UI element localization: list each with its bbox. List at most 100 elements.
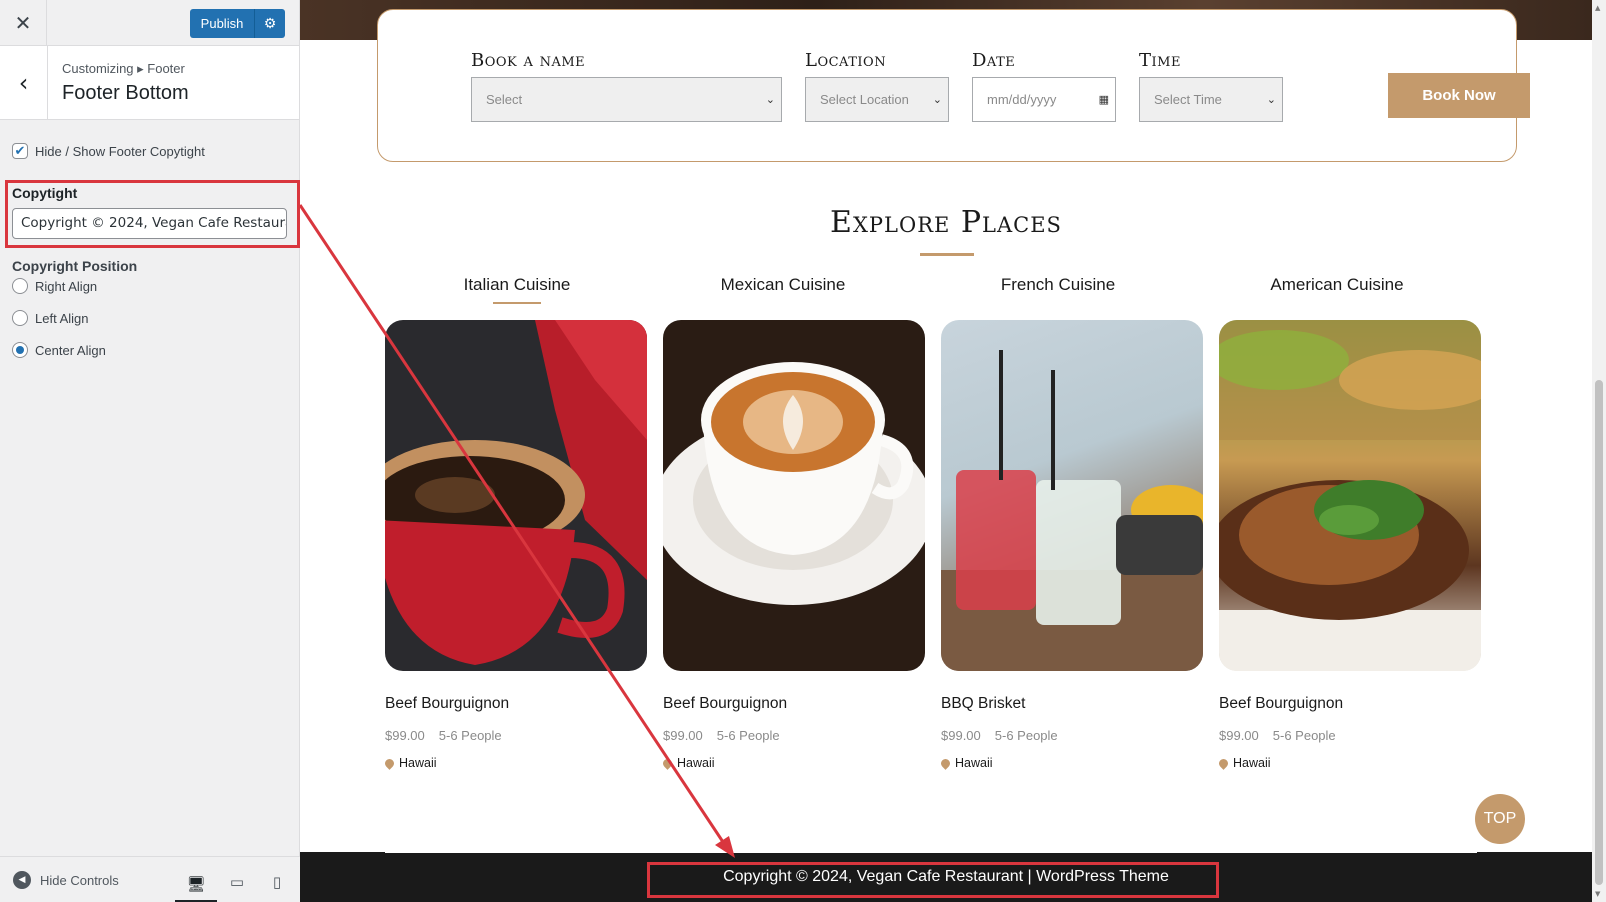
card-location-text: Hawaii bbox=[677, 756, 715, 770]
tab-mexican-cuisine-label: Mexican Cuisine bbox=[720, 275, 846, 294]
hide-controls-button[interactable]: ◀ Hide Controls bbox=[13, 871, 119, 889]
tab-american-cuisine-label: American Cuisine bbox=[1270, 275, 1404, 294]
place-card[interactable]: BBQ Brisket $99.00 5-6 People Hawaii bbox=[939, 320, 1203, 770]
tab-mexican-cuisine[interactable]: Mexican Cuisine bbox=[713, 275, 853, 295]
back-chevron-icon[interactable]: ‹ bbox=[0, 46, 48, 120]
site-preview: Book a name Select ⌄ Location Select Loc… bbox=[300, 0, 1592, 902]
annotation-highlight-copyright-field bbox=[5, 180, 300, 248]
customizer-top-bar: ✕ Publish ⚙ bbox=[0, 0, 299, 46]
location-select[interactable]: Select Location ⌄ bbox=[805, 77, 949, 122]
tab-italian-cuisine[interactable]: Italian Cuisine bbox=[457, 275, 577, 304]
date-input[interactable]: mm/dd/yyyy ▦ bbox=[972, 77, 1116, 122]
customizer-footer: ◀ Hide Controls 🖥 ▭ ▯ bbox=[0, 856, 300, 902]
radio-left-align[interactable]: Left Align bbox=[12, 310, 89, 326]
chevron-down-icon: ⌄ bbox=[765, 93, 775, 106]
time-select-value: Select Time bbox=[1154, 92, 1222, 107]
card-location: Hawaii bbox=[1217, 756, 1481, 770]
location-field: Location Select Location ⌄ bbox=[805, 50, 949, 122]
publish-group: Publish ⚙ bbox=[190, 9, 285, 38]
radio-left-align-button[interactable] bbox=[12, 310, 28, 326]
close-icon[interactable]: ✕ bbox=[0, 0, 47, 45]
location-pin-icon bbox=[1217, 756, 1230, 770]
book-name-label: Book a name bbox=[471, 50, 586, 71]
card-title: Beef Bourguignon bbox=[663, 695, 788, 712]
copyright-position-label: Copyright Position bbox=[12, 258, 138, 274]
radio-center-align-button[interactable] bbox=[12, 342, 28, 358]
place-card[interactable]: Beef Bourguignon $99.00 5-6 People Hawaii bbox=[661, 320, 925, 770]
scroll-to-top-button[interactable]: TOP bbox=[1475, 794, 1525, 844]
location-label: Location bbox=[805, 50, 887, 71]
card-price: $99.00 bbox=[663, 728, 703, 743]
footer-divider bbox=[385, 852, 1477, 853]
radio-right-align-label: Right Align bbox=[35, 278, 98, 294]
radio-center-align[interactable]: Center Align bbox=[12, 342, 106, 358]
card-people: 5-6 People bbox=[438, 728, 502, 743]
location-pin-icon bbox=[383, 756, 396, 770]
date-input-placeholder: mm/dd/yyyy bbox=[987, 92, 1057, 107]
chevron-down-icon: ⌄ bbox=[932, 93, 942, 106]
tab-american-cuisine[interactable]: American Cuisine bbox=[1257, 275, 1417, 295]
card-location: Hawaii bbox=[383, 756, 647, 770]
card-meta: $99.00 5-6 People bbox=[385, 728, 647, 743]
calendar-icon[interactable]: ▦ bbox=[1099, 93, 1109, 106]
site-footer: Copyright © 2024, Vegan Cafe Restaurant … bbox=[300, 852, 1592, 902]
card-title: Beef Bourguignon bbox=[385, 695, 510, 712]
place-card[interactable]: Beef Bourguignon $99.00 5-6 People Hawaii bbox=[383, 320, 647, 770]
place-card[interactable]: Beef Bourguignon $99.00 5-6 People Hawaii bbox=[1217, 320, 1481, 770]
card-people: 5-6 People bbox=[994, 728, 1058, 743]
date-field: Date mm/dd/yyyy ▦ bbox=[972, 50, 1116, 122]
tablet-preview-icon[interactable]: ▭ bbox=[222, 867, 252, 897]
explore-places-title: Explore Places bbox=[830, 205, 1062, 240]
publish-settings-gear-icon[interactable]: ⚙ bbox=[254, 9, 285, 38]
annotation-highlight-footer bbox=[647, 862, 1219, 898]
card-title: Beef Bourguignon bbox=[1219, 695, 1344, 712]
card-price: $99.00 bbox=[385, 728, 425, 743]
hide-controls-label: Hide Controls bbox=[40, 872, 119, 888]
time-select[interactable]: Select Time ⌄ bbox=[1139, 77, 1283, 122]
card-price: $99.00 bbox=[1219, 728, 1259, 743]
radio-left-align-label: Left Align bbox=[35, 310, 89, 326]
card-title: BBQ Brisket bbox=[941, 695, 1026, 712]
card-location: Hawaii bbox=[939, 756, 1203, 770]
hide-show-copyright-checkbox[interactable]: ✔ bbox=[12, 143, 28, 159]
customizer-sidebar: ✕ Publish ⚙ ‹ Customizing ▸ Footer Foote… bbox=[0, 0, 300, 902]
section-controls: ✔ Hide / Show Footer Copytight bbox=[0, 143, 299, 159]
latte-image[interactable] bbox=[663, 320, 925, 671]
time-label: Time bbox=[1139, 50, 1181, 71]
preview-scrollbar[interactable]: ▲ ▼ bbox=[1592, 0, 1606, 902]
coffee-filter-image[interactable] bbox=[385, 320, 647, 671]
scroll-down-arrow-icon[interactable]: ▼ bbox=[1595, 890, 1600, 898]
cocktails-image[interactable] bbox=[941, 320, 1203, 671]
desktop-preview-icon[interactable]: 🖥 bbox=[175, 867, 217, 902]
collapse-arrow-icon: ◀ bbox=[13, 871, 31, 889]
card-meta: $99.00 5-6 People bbox=[941, 728, 1203, 743]
scroll-up-arrow-icon[interactable]: ▲ bbox=[1595, 4, 1600, 12]
card-meta: $99.00 5-6 People bbox=[663, 728, 925, 743]
card-meta: $99.00 5-6 People bbox=[1219, 728, 1481, 743]
title-underline bbox=[920, 253, 974, 256]
mobile-preview-icon[interactable]: ▯ bbox=[262, 867, 292, 897]
radio-right-align[interactable]: Right Align bbox=[12, 278, 97, 294]
meat-dish-image[interactable] bbox=[1219, 320, 1481, 671]
card-location-text: Hawaii bbox=[399, 756, 437, 770]
tab-french-cuisine[interactable]: French Cuisine bbox=[988, 275, 1128, 295]
card-people: 5-6 People bbox=[716, 728, 780, 743]
book-name-select[interactable]: Select ⌄ bbox=[471, 77, 782, 122]
scroll-thumb[interactable] bbox=[1595, 380, 1603, 885]
card-location-text: Hawaii bbox=[955, 756, 993, 770]
card-people: 5-6 People bbox=[1272, 728, 1336, 743]
tab-italian-cuisine-label: Italian Cuisine bbox=[463, 275, 571, 294]
book-name-field: Book a name Select ⌄ bbox=[471, 50, 782, 122]
card-location-text: Hawaii bbox=[1233, 756, 1271, 770]
section-header: ‹ Customizing ▸ Footer Footer Bottom bbox=[0, 46, 299, 120]
radio-center-align-label: Center Align bbox=[35, 342, 106, 358]
radio-right-align-button[interactable] bbox=[12, 278, 28, 294]
breadcrumb: Customizing ▸ Footer bbox=[62, 61, 185, 76]
book-now-button[interactable]: Book Now bbox=[1388, 73, 1530, 118]
hide-show-copyright-label: Hide / Show Footer Copytight bbox=[35, 143, 205, 159]
location-pin-icon bbox=[939, 756, 952, 770]
hide-show-copyright-control[interactable]: ✔ Hide / Show Footer Copytight bbox=[12, 143, 287, 159]
booking-form: Book a name Select ⌄ Location Select Loc… bbox=[377, 9, 1530, 162]
time-field: Time Select Time ⌄ bbox=[1139, 50, 1283, 122]
publish-button[interactable]: Publish bbox=[190, 9, 254, 38]
